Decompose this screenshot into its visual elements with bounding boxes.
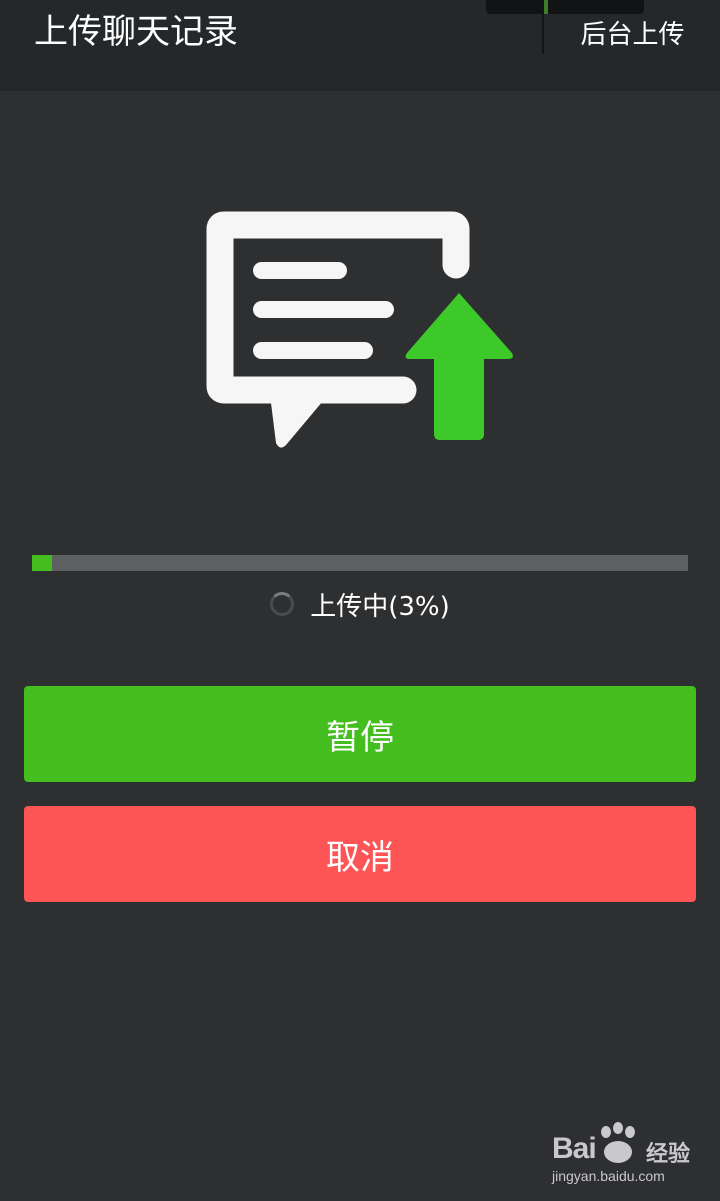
- upload-progress-bar: [32, 555, 688, 571]
- watermark-product-text: 经验: [646, 1142, 691, 1167]
- upload-status: 上传中(3%): [0, 584, 720, 624]
- cancel-button[interactable]: 取消: [24, 806, 696, 902]
- watermark-url: jingyan.baidu.com: [552, 1168, 665, 1184]
- chat-bubble-tail: [270, 395, 328, 448]
- status-overlay: [486, 0, 644, 14]
- paw-icon: [601, 1122, 635, 1163]
- chat-line-3: [253, 342, 373, 359]
- upload-progress-fill: [32, 555, 52, 571]
- background-upload-button[interactable]: 后台上传: [560, 10, 705, 54]
- baidu-jingyan-watermark: Bai 经验 jingyan.baidu.com: [552, 1122, 712, 1192]
- chat-upload-icon: [206, 211, 513, 448]
- status-overlay-indicator: [544, 0, 548, 14]
- title-bar: 上传聊天记录 后台上传: [0, 0, 720, 91]
- chat-line-1: [253, 262, 347, 279]
- watermark-logo-text: Bai: [552, 1132, 597, 1165]
- upload-chat-history-screen: 上传聊天记录 后台上传 上传中(3%) 暂停 取消 Bai 经验 jingyan…: [0, 0, 720, 1201]
- upload-status-text: 上传中(3%): [310, 591, 450, 622]
- pause-button[interactable]: 暂停: [24, 686, 696, 782]
- upload-arrow-icon: [405, 293, 513, 440]
- chat-line-2: [253, 301, 394, 318]
- page-title: 上传聊天记录: [34, 12, 238, 52]
- loading-spinner-icon: [270, 592, 295, 616]
